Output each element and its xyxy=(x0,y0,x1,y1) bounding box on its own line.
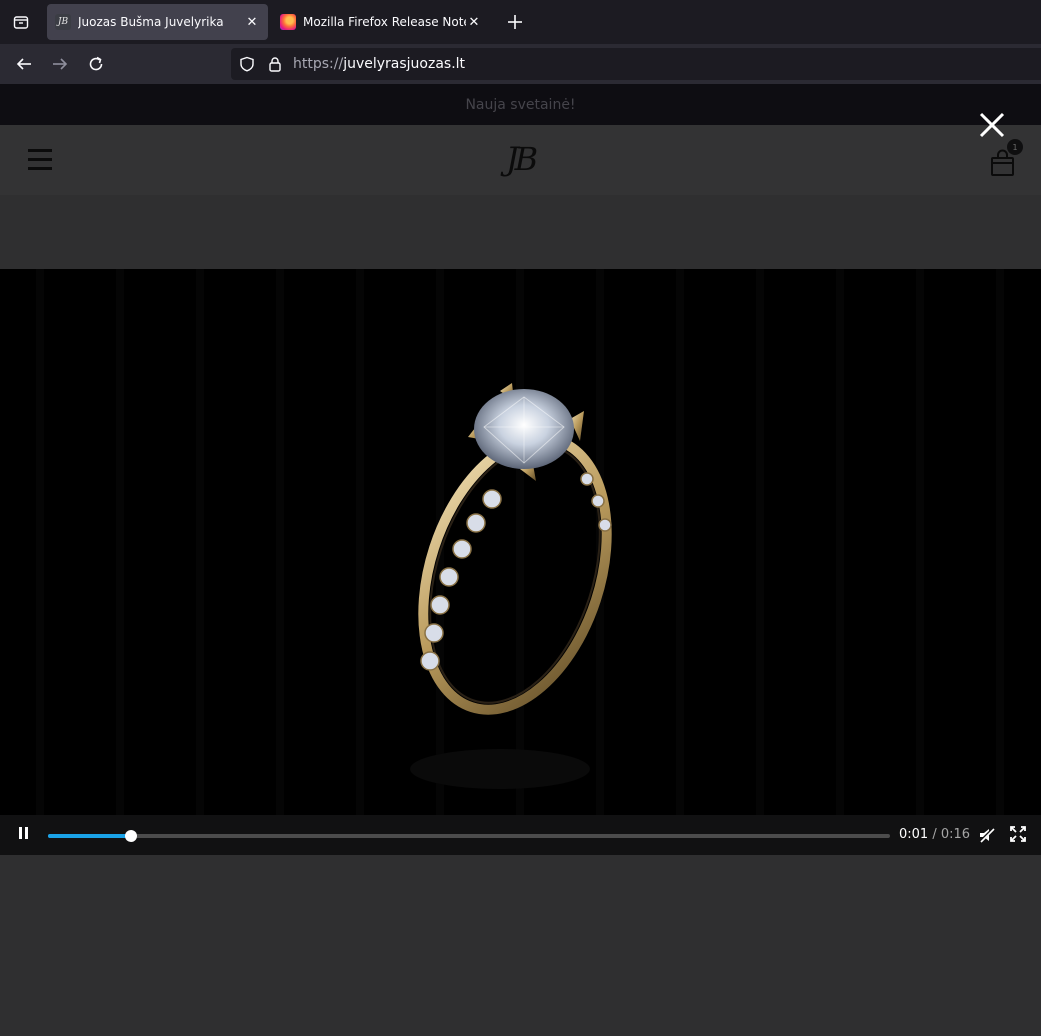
cart-count-badge: 1 xyxy=(1007,139,1023,155)
muted-speaker-icon[interactable] xyxy=(978,826,996,844)
back-button[interactable] xyxy=(12,52,36,76)
menu-button[interactable] xyxy=(28,149,52,171)
url-bar[interactable]: https://juvelyrasjuozas.lt xyxy=(231,48,1041,80)
pause-icon xyxy=(19,827,22,839)
pause-icon-bar xyxy=(25,827,28,839)
video-controls: 0:01 / 0:16 xyxy=(0,815,1041,855)
time-separator: / xyxy=(928,827,941,842)
reload-button[interactable] xyxy=(84,52,108,76)
close-tab-icon[interactable]: ✕ xyxy=(466,14,482,30)
url-scheme: https:// xyxy=(293,56,344,72)
tab-list-button[interactable] xyxy=(8,8,34,36)
video-player[interactable]: 0:01 / 0:16 xyxy=(0,269,1041,855)
close-video-icon[interactable] xyxy=(977,110,1007,140)
reload-icon xyxy=(89,56,103,71)
current-time: 0:01 xyxy=(899,827,929,842)
tab-title: Mozilla Firefox Release Notes xyxy=(303,15,466,29)
time-display: 0:01 / 0:16 xyxy=(899,827,970,842)
tab-firefox-release-notes[interactable]: Mozilla Firefox Release Notes ✕ xyxy=(272,4,490,40)
announcement-bar: Nauja svetainė! xyxy=(0,84,1041,125)
url-text[interactable]: https://juvelyrasjuozas.lt xyxy=(293,56,465,72)
progress-handle[interactable] xyxy=(125,830,138,842)
url-host: juvelyrasjuozas.lt xyxy=(343,56,466,72)
hamburger-icon-line xyxy=(28,158,52,161)
new-tab-button[interactable] xyxy=(504,10,526,34)
progress-bar[interactable] xyxy=(48,830,890,842)
duration: 0:16 xyxy=(940,827,971,842)
progress-fill xyxy=(48,834,132,838)
firefox-icon xyxy=(280,14,296,30)
lock-icon[interactable] xyxy=(267,56,283,72)
announcement-text: Nauja svetainė! xyxy=(465,96,576,113)
tab-title: Juozas Bušma Juvelyrika xyxy=(78,15,224,29)
tab-bar: JB Juozas Bušma Juvelyrika ✕ Mozilla Fir… xyxy=(0,0,1041,44)
forward-button[interactable] xyxy=(48,52,72,76)
tab-juozas-busma[interactable]: JB Juozas Bušma Juvelyrika ✕ xyxy=(47,4,268,40)
arrow-right-icon xyxy=(53,58,68,70)
site-header: JB xyxy=(0,125,1041,195)
tab-list-icon xyxy=(13,16,29,29)
jb-logo-icon: JB xyxy=(55,14,71,30)
fullscreen-icon[interactable] xyxy=(1010,826,1026,842)
ring-video-frame xyxy=(410,383,612,789)
arrow-left-icon xyxy=(16,58,31,70)
hamburger-icon xyxy=(28,149,52,152)
hamburger-icon-line xyxy=(28,167,52,170)
navigation-bar: https://juvelyrasjuozas.lt xyxy=(0,44,1041,84)
plus-icon xyxy=(508,15,522,29)
shield-icon[interactable] xyxy=(239,56,255,72)
site-logo[interactable]: JB xyxy=(497,137,543,181)
close-tab-icon[interactable]: ✕ xyxy=(244,14,260,30)
pause-button[interactable] xyxy=(17,827,31,843)
